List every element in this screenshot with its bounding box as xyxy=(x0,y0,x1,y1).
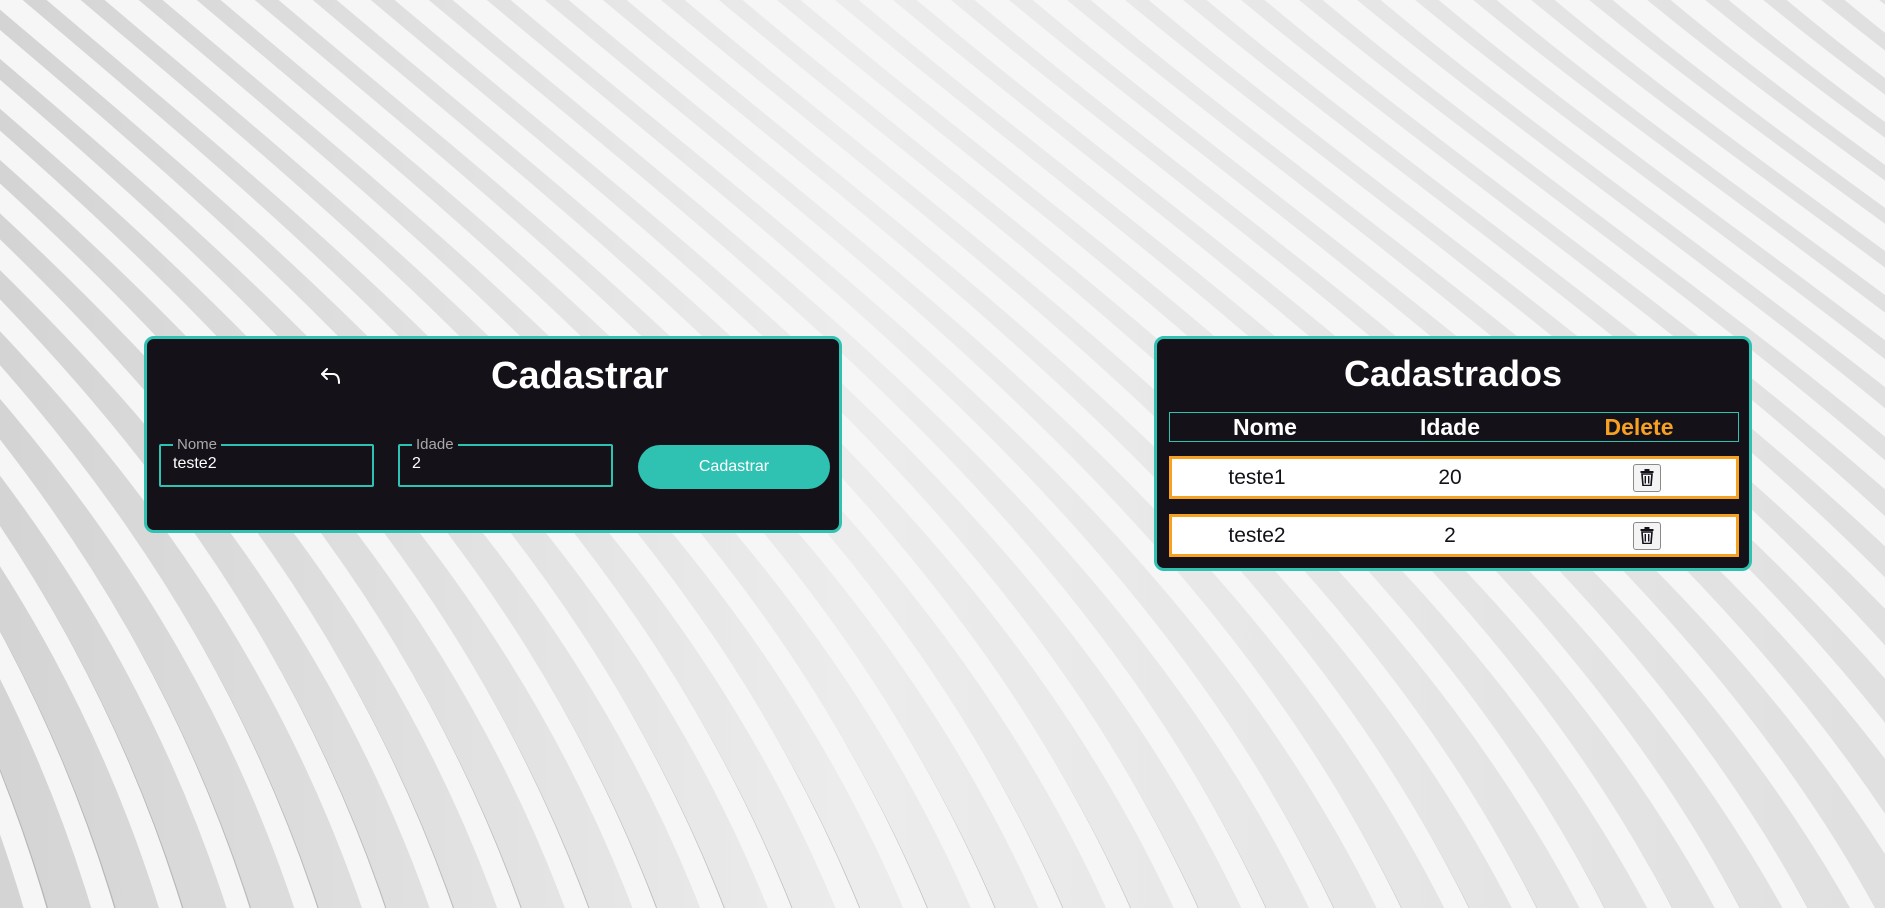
row-delete-cell xyxy=(1558,463,1736,492)
back-button[interactable] xyxy=(316,361,346,391)
undo-arrow-icon xyxy=(321,368,340,384)
table-row: teste2 2 xyxy=(1169,514,1739,557)
idade-input[interactable] xyxy=(412,455,601,473)
row-idade: 20 xyxy=(1438,465,1462,489)
column-header-nome: Nome xyxy=(1233,413,1297,440)
cadastrar-button[interactable]: Cadastrar xyxy=(638,445,830,489)
nome-field[interactable]: Nome xyxy=(159,436,374,487)
row-delete-cell xyxy=(1558,521,1736,550)
idade-field[interactable]: Idade xyxy=(398,436,613,487)
column-header-delete: Delete xyxy=(1604,413,1674,440)
table-header: Nome Idade Delete xyxy=(1169,412,1739,442)
register-card: Cadastrar Nome Idade Cadastrar xyxy=(144,336,842,533)
delete-button[interactable] xyxy=(1633,463,1661,492)
list-title: Cadastrados xyxy=(1343,353,1563,394)
idade-field-label: Idade xyxy=(412,436,458,454)
trash-icon xyxy=(1640,469,1654,486)
column-header-idade: Idade xyxy=(1419,413,1481,440)
row-nome: teste1 xyxy=(1228,465,1286,489)
register-title: Cadastrar xyxy=(491,355,669,397)
nome-field-label: Nome xyxy=(173,436,222,454)
delete-button[interactable] xyxy=(1633,521,1661,550)
table-row: teste1 20 xyxy=(1169,456,1739,499)
row-nome: teste2 xyxy=(1228,523,1286,547)
nome-input[interactable] xyxy=(173,455,362,473)
registered-list-card: Cadastrados Nome Idade Delete teste1 20 … xyxy=(1154,336,1752,571)
row-idade: 2 xyxy=(1444,523,1456,547)
trash-icon xyxy=(1640,527,1654,544)
